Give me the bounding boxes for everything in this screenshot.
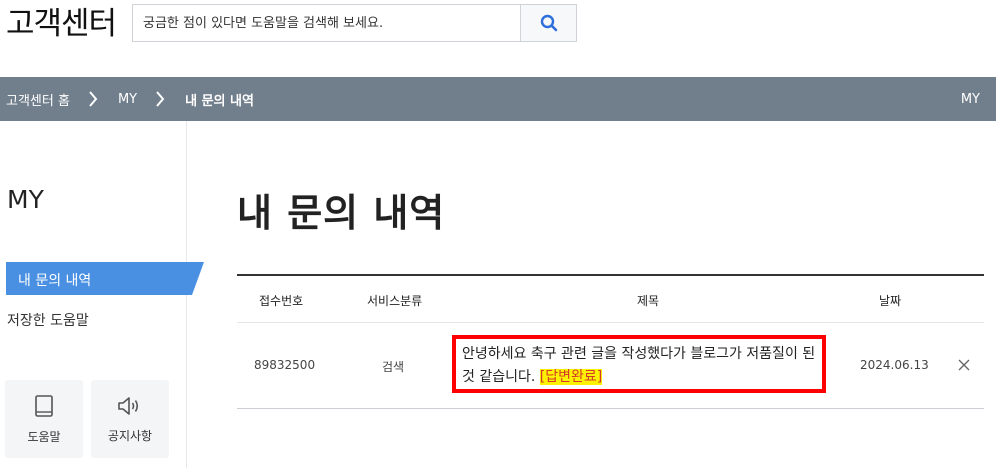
nav-my-link[interactable]: MY (961, 77, 980, 121)
inquiry-subject-link[interactable]: 안녕하세요 축구 관련 글을 작성했다가 블로그가 저품질이 된 것 같습니다.… (452, 335, 826, 393)
table-row[interactable]: 89832500 검색 안녕하세요 축구 관련 글을 작성했다가 블로그가 저품… (237, 323, 984, 409)
header-subject: 제목 (637, 294, 660, 308)
book-icon (35, 394, 53, 417)
table-header: 접수번호 서비스분류 제목 날짜 (237, 276, 984, 323)
chevron-right-icon (155, 91, 165, 107)
delete-button[interactable] (958, 359, 970, 374)
sidebar-item-saved-help[interactable]: 저장한 도움말 (7, 310, 89, 330)
speaker-icon (118, 396, 139, 415)
header-receipt-number: 접수번호 (259, 294, 304, 308)
breadcrumb-home[interactable]: 고객센터 홈 (6, 90, 70, 109)
inquiry-table: 접수번호 서비스분류 제목 날짜 89832500 검색 안녕하세요 축구 관련… (237, 274, 984, 409)
header-service-category: 서비스분류 (367, 294, 423, 308)
breadcrumb-current[interactable]: 내 문의 내역 (185, 90, 254, 109)
search-bar (132, 4, 577, 42)
chevron-right-icon (88, 91, 98, 107)
help-card-label: 도움말 (27, 429, 61, 444)
page-title: 내 문의 내역 (237, 191, 446, 235)
search-icon (540, 14, 557, 32)
service-category: 검색 (382, 360, 405, 374)
sidebar-item-my-inquiries[interactable]: 내 문의 내역 (6, 262, 204, 295)
close-icon (958, 359, 970, 371)
search-input[interactable] (133, 5, 520, 41)
breadcrumb-my[interactable]: MY (118, 92, 137, 107)
header: 고객센터 (0, 0, 996, 77)
search-button[interactable] (520, 5, 576, 41)
receipt-number: 89832500 (254, 358, 316, 372)
sidebar-title: MY (7, 185, 44, 214)
breadcrumb: 고객센터 홈 MY 내 문의 내역 MY (0, 77, 996, 121)
inquiry-date: 2024.06.13 (860, 358, 929, 372)
help-card-button[interactable]: 도움말 (5, 380, 83, 458)
header-date: 날짜 (879, 294, 902, 308)
inquiry-subject-text: 안녕하세요 축구 관련 글을 작성했다가 블로그가 저품질이 된 것 같습니다. (462, 346, 816, 385)
sidebar-item-label: 내 문의 내역 (18, 273, 92, 289)
notice-card-label: 공지사항 (107, 428, 153, 443)
notice-card-button[interactable]: 공지사항 (91, 380, 169, 458)
status-badge: [답변완료] (539, 369, 603, 385)
brand-title[interactable]: 고객센터 (6, 2, 117, 46)
sidebar: MY 내 문의 내역 저장한 도움말 도움말 공지사항 (0, 121, 204, 468)
